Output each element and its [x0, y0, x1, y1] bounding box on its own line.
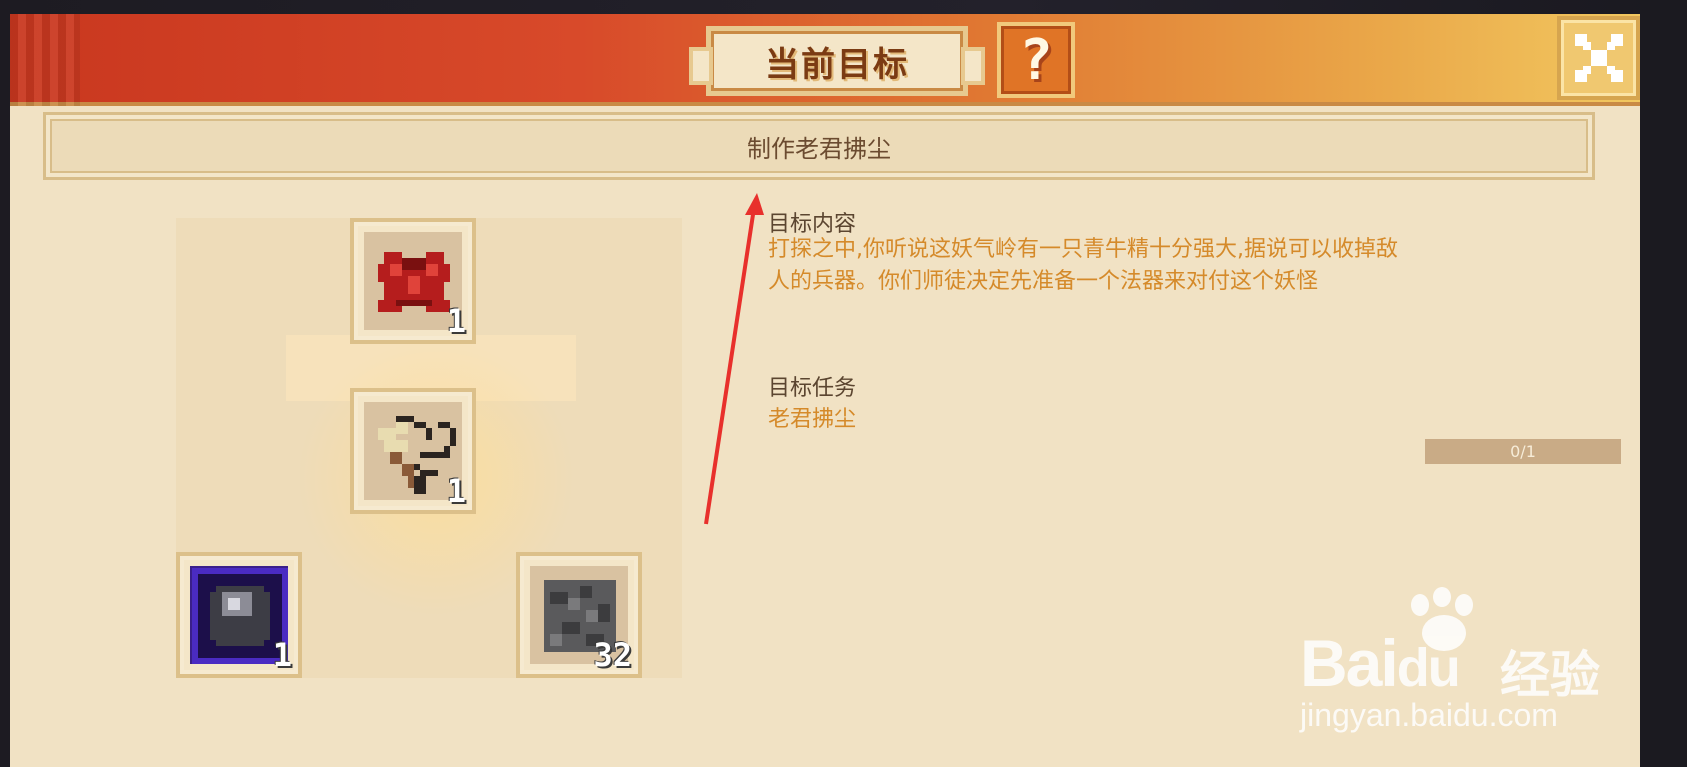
game-screen: 当前目标 ? 制作老君拂尘 1 1 1 32 目标内容 打探之中,你听说这妖气岭…	[0, 0, 1687, 767]
watermark-url: jingyan.baidu.com	[1300, 697, 1558, 733]
watermark-brand: Baidu	[1300, 626, 1461, 700]
baidu-watermark: Baidu 经验 jingyan.baidu.com	[1300, 585, 1630, 735]
window-edge	[1640, 0, 1687, 767]
